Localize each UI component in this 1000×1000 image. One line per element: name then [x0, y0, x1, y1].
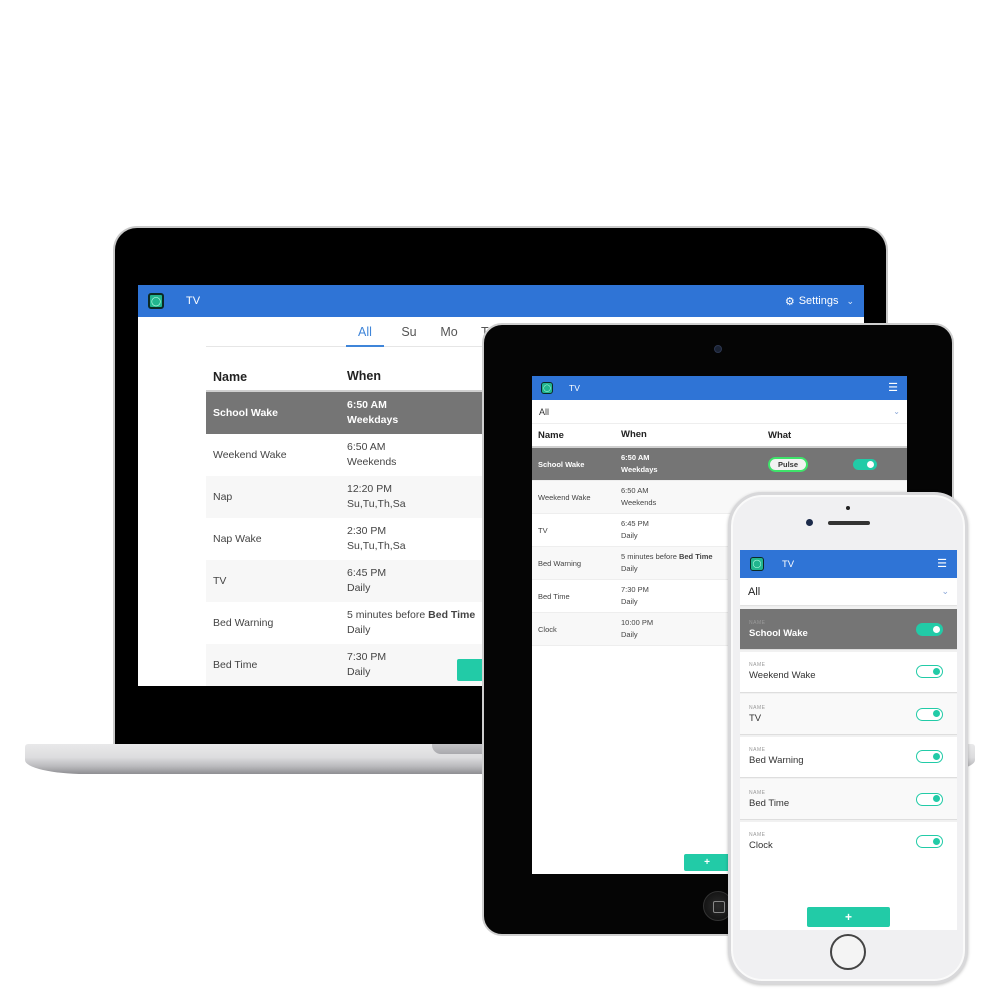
row-name: Weekend Wake — [538, 492, 591, 502]
item-name: Bed Warning — [749, 755, 804, 766]
item-name: TV — [749, 712, 762, 724]
day-filter-select[interactable]: All ⌄ — [740, 578, 957, 605]
row-name: Bed Time — [213, 659, 258, 671]
app-title: TV — [186, 295, 201, 307]
enabled-toggle[interactable] — [916, 707, 943, 721]
column-header-name: Name — [538, 429, 564, 441]
table-header: Name When — [206, 363, 506, 392]
enabled-toggle[interactable] — [916, 835, 943, 848]
gear-icon: ⚙ — [784, 295, 795, 308]
row-time-reference: Bed Time — [678, 552, 713, 561]
table-row[interactable]: School Wake 6:50 AM Weekdays — [206, 392, 506, 434]
phone-speaker — [828, 521, 870, 525]
add-schedule-button[interactable]: + — [684, 854, 730, 871]
table-row[interactable]: Nap 12:20 PM Su,Tu,Th,Sa — [206, 476, 506, 518]
row-name: Nap Wake — [213, 533, 262, 545]
row-name: TV — [213, 575, 227, 587]
row-time-prefix: 5 minutes before — [347, 609, 429, 621]
field-label: NAME — [749, 832, 766, 838]
row-name: Weekend Wake — [213, 449, 287, 461]
list-item[interactable]: NAME TV — [740, 694, 957, 735]
table-row[interactable]: School Wake 6:50 AM Weekdays Pulse — [532, 448, 907, 481]
row-name: Bed Time — [538, 591, 570, 601]
column-header-what: What — [768, 429, 792, 441]
chevron-down-icon: ⌄ — [941, 586, 949, 596]
day-filter-select[interactable]: All ⌄ — [532, 400, 907, 424]
lightbulb-icon[interactable]: ◯ — [750, 557, 764, 571]
list-item[interactable]: NAME Clock — [740, 821, 957, 863]
table-row[interactable]: TV 6:45 PM Daily — [206, 560, 506, 602]
top-navbar: ◯ TV ☰ — [740, 550, 957, 578]
tab-mo[interactable]: Mo — [429, 317, 469, 347]
app-title: TV — [782, 558, 795, 570]
row-time-prefix: 5 minutes before — [621, 552, 679, 561]
table-header: Name When What — [532, 424, 907, 448]
row-name: Bed Warning — [213, 617, 274, 629]
field-label: NAME — [749, 747, 766, 753]
field-label: NAME — [749, 704, 766, 711]
column-header-when: When — [621, 429, 647, 440]
list-item[interactable]: NAME Bed Time — [740, 779, 957, 820]
table-row[interactable]: Weekend Wake 6:50 AM Weekends — [206, 434, 506, 476]
item-name: Clock — [749, 840, 773, 851]
hamburger-menu-icon[interactable]: ☰ — [937, 558, 947, 570]
item-name: Weekend Wake — [749, 670, 816, 681]
list-item[interactable]: NAME School Wake — [740, 609, 957, 650]
column-header-name: Name — [213, 369, 248, 384]
row-name: Nap — [213, 491, 233, 503]
tablet-camera — [714, 345, 722, 353]
row-name: School Wake — [213, 407, 278, 419]
field-label: NAME — [749, 619, 766, 626]
table-body: School Wake 6:50 AM Weekdays Weekend Wake… — [206, 392, 506, 686]
row-name: Clock — [538, 624, 557, 634]
filter-value: All — [748, 585, 761, 598]
schedule-list: NAME School Wake NAME Weekend Wake NAME TV … — [740, 609, 957, 863]
enabled-toggle[interactable] — [916, 622, 943, 636]
field-label: NAME — [749, 662, 766, 668]
lightbulb-icon[interactable]: ◯ — [148, 293, 164, 309]
field-label: NAME — [749, 789, 766, 796]
tab-su[interactable]: Su — [391, 317, 427, 347]
chevron-down-icon: ⌄ — [893, 407, 900, 416]
tab-all[interactable]: All — [346, 317, 384, 347]
phone-camera — [806, 519, 813, 526]
row-time: 6:50 AM — [621, 453, 650, 462]
row-time-reference: Bed Time — [428, 609, 476, 621]
table-row[interactable]: Bed Warning 5 minutes before Bed Time Dai… — [206, 602, 506, 644]
settings-label: Settings — [798, 295, 839, 307]
item-name: School Wake — [749, 627, 808, 639]
add-schedule-button[interactable]: + — [807, 907, 890, 927]
phone-home-button — [830, 934, 866, 970]
phone-screen: ◯ TV ☰ All ⌄ NAME School Wake NAME Weekend… — [740, 550, 957, 930]
row-days: Weekdays — [621, 465, 658, 474]
row-name: TV — [538, 525, 548, 535]
row-name: Bed Warning — [538, 558, 582, 568]
row-name: School Wake — [538, 459, 585, 469]
action-badge[interactable]: Pulse — [768, 456, 809, 472]
enabled-toggle[interactable] — [916, 792, 943, 806]
lightbulb-icon[interactable]: ◯ — [541, 382, 553, 394]
list-item[interactable]: NAME Weekend Wake — [740, 651, 957, 693]
enabled-toggle[interactable] — [853, 458, 877, 470]
app-title: TV — [569, 383, 580, 393]
enabled-toggle[interactable] — [916, 750, 943, 763]
table-row[interactable]: Nap Wake 2:30 PM Su,Tu,Th,Sa — [206, 518, 506, 560]
enabled-toggle[interactable] — [916, 665, 943, 678]
item-name: Bed Time — [749, 797, 790, 809]
list-item[interactable]: NAME Bed Warning — [740, 736, 957, 778]
phone-sensor — [846, 506, 850, 510]
filter-value: All — [539, 406, 550, 417]
settings-dropdown[interactable]: ⚙ Settings ⌄ — [785, 295, 854, 308]
schedule-table: Name When School Wake 6:50 AM Weekdays We… — [206, 363, 506, 686]
hamburger-menu-icon[interactable]: ☰ — [888, 382, 898, 394]
chevron-down-icon: ⌄ — [846, 295, 854, 306]
top-navbar: ◯ TV ☰ — [532, 376, 907, 400]
top-navbar: ◯ TV ⚙ Settings ⌄ — [138, 285, 864, 317]
